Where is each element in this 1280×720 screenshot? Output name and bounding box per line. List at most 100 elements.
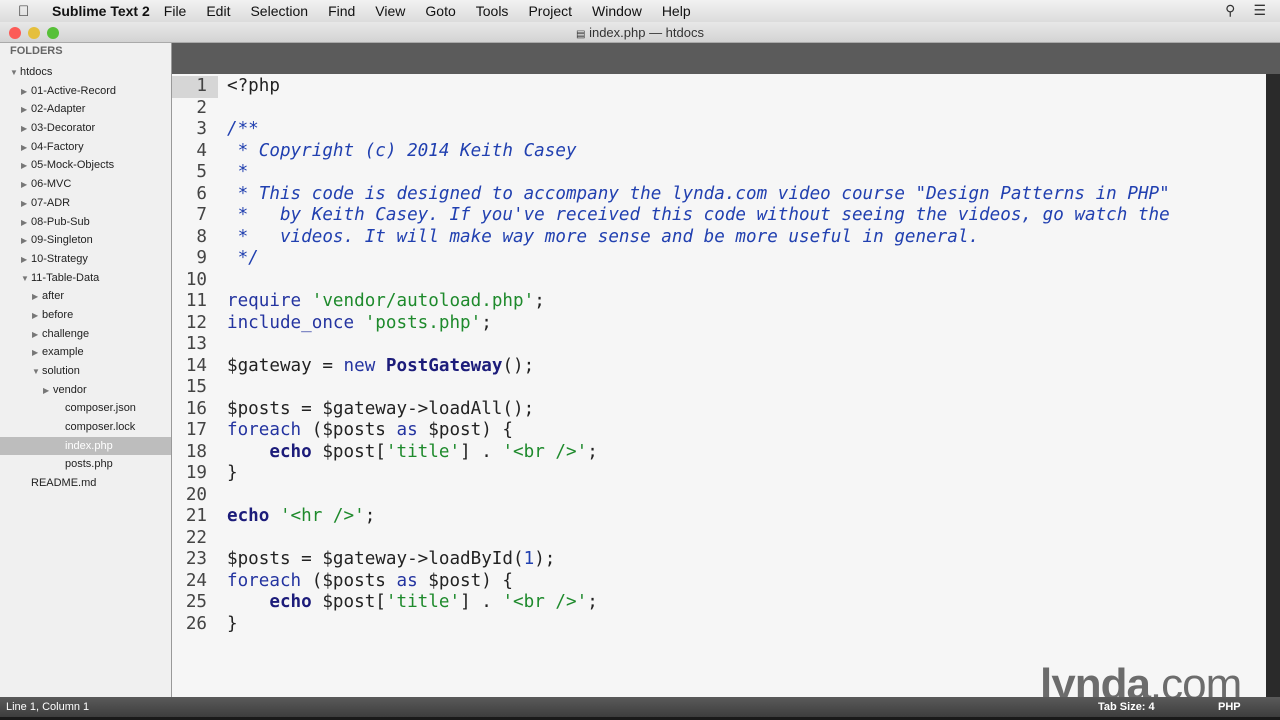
search-icon[interactable]: ⚲ — [1225, 2, 1235, 19]
code-token: '<br />' — [502, 592, 588, 612]
sidebar-item-label: 06-MVC — [31, 178, 72, 191]
line-number: 26 — [185, 613, 207, 634]
sidebar-folder[interactable]: ▶ challenge — [0, 325, 171, 344]
window-title: ▤ index.php — htdocs — [0, 22, 1280, 43]
sidebar-folder[interactable]: ▶ 07-ADR — [0, 194, 171, 213]
disclosure-closed-icon: ▶ — [21, 254, 28, 264]
menu-view[interactable]: View — [375, 3, 405, 19]
sidebar-item-label: 07-ADR — [31, 196, 71, 209]
sidebar-item-label: 10-Strategy — [31, 252, 88, 265]
sidebar-item-label: vendor — [53, 383, 87, 396]
disclosure-closed-icon: ▶ — [32, 310, 39, 320]
line-number: 11 — [185, 291, 207, 311]
disclosure-closed-icon: ▶ — [21, 198, 28, 208]
sidebar-folder[interactable]: ▶ 05-Mock-Objects — [0, 156, 171, 175]
line-number: 3 — [196, 119, 207, 139]
code-text: * Copyright (c) 2014 Keith Casey — [227, 141, 577, 163]
code-text: include_once 'posts.php'; — [227, 313, 492, 335]
sidebar-folder[interactable]: ▼ 11-Table-Data — [0, 269, 171, 288]
code-text: } — [227, 463, 238, 485]
menu-find[interactable]: Find — [328, 3, 355, 19]
code-token: ; — [534, 291, 545, 311]
sidebar-file[interactable]: composer.lock — [0, 418, 171, 437]
code-editor[interactable]: 1 <?php 2 3/** 4 * Copyright (c) 2014 Keith … — [172, 74, 1266, 697]
code-token: new — [343, 355, 376, 376]
minimize-button[interactable] — [28, 27, 40, 39]
sidebar-folder[interactable]: ▶ 03-Decorator — [0, 119, 171, 138]
disclosure-closed-icon: ▶ — [21, 124, 28, 134]
code-token: ); — [534, 549, 556, 569]
menu-edit[interactable]: Edit — [206, 3, 230, 19]
code-token: foreach — [227, 570, 302, 591]
syntax-selector[interactable]: PHP — [1218, 697, 1241, 717]
menu-selection[interactable]: Selection — [250, 3, 308, 19]
menu-help[interactable]: Help — [662, 3, 691, 19]
sidebar-folder[interactable]: ▶ 09-Singleton — [0, 231, 171, 250]
sidebar-file[interactable]: composer.json — [0, 399, 171, 418]
code-line: 8 * videos. It will make way more sense … — [172, 227, 1266, 249]
code-text: * — [227, 162, 249, 184]
line-number: 23 — [185, 549, 207, 569]
sidebar-item-label: 03-Decorator — [31, 122, 96, 135]
sidebar-item-label: 01-Active-Record — [31, 84, 116, 97]
code-line: 19} — [172, 463, 1266, 485]
line-number: 5 — [196, 162, 207, 182]
menu-goto[interactable]: Goto — [425, 3, 455, 19]
menu-project[interactable]: Project — [528, 3, 572, 19]
sidebar-folder[interactable]: ▼ htdocs — [0, 63, 171, 82]
code-token: $posts = $gateway->loadById( — [227, 549, 524, 569]
code-line: 5 * — [172, 162, 1266, 184]
close-button[interactable] — [9, 27, 21, 39]
zoom-button[interactable] — [47, 27, 59, 39]
sidebar-folder[interactable]: ▶ example — [0, 343, 171, 362]
code-token: 'posts.php' — [364, 312, 482, 333]
line-number: 25 — [185, 592, 207, 612]
sidebar-folder[interactable]: ▶ before — [0, 306, 171, 325]
code-token: 'title' — [385, 441, 461, 462]
code-line: 1 <?php — [172, 76, 1266, 98]
notification-list-icon[interactable]: ☰ — [1253, 2, 1266, 19]
code-text: * This code is designed to accompany the… — [227, 184, 1170, 206]
sidebar-file[interactable]: README.md — [0, 474, 171, 493]
sidebar-folder[interactable]: ▶ 01-Active-Record — [0, 82, 171, 101]
menu-window[interactable]: Window — [592, 3, 642, 19]
menu-tools[interactable]: Tools — [476, 3, 509, 19]
code-line: 15 — [172, 377, 1266, 399]
sidebar-file[interactable]: posts.php — [0, 455, 171, 474]
code-token: * Copyright (c) 2014 Keith Casey — [227, 140, 577, 161]
line-number: 16 — [185, 398, 207, 419]
sidebar-folder[interactable]: ▶ 08-Pub-Sub — [0, 213, 171, 232]
sidebar-folder[interactable]: ▶ after — [0, 287, 171, 306]
tab-size[interactable]: Tab Size: 4 — [1098, 697, 1155, 717]
status-bar: Line 1, Column 1 Tab Size: 4 PHP — [0, 697, 1280, 717]
sidebar-folder[interactable]: ▼ solution — [0, 362, 171, 381]
sidebar-file[interactable]: index.php — [0, 436, 171, 456]
scrollbar[interactable] — [1266, 74, 1280, 697]
code-token: include_once — [227, 312, 355, 333]
line-number: 13 — [185, 334, 207, 354]
code-token: <?php — [227, 76, 280, 96]
sidebar-folder[interactable]: ▶ 04-Factory — [0, 138, 171, 157]
code-token: 'vendor/autoload.php' — [311, 291, 535, 311]
sidebar-folder[interactable]: ▶ 10-Strategy — [0, 250, 171, 269]
code-token: */ — [227, 248, 259, 268]
menu-file[interactable]: File — [164, 3, 187, 19]
disclosure-open-icon: ▼ — [10, 68, 18, 77]
code-token: as — [396, 570, 418, 591]
line-number: 15 — [185, 377, 207, 397]
app-menu[interactable]: Sublime Text 2 — [52, 3, 150, 19]
code-token: as — [396, 420, 418, 440]
code-line: 13 — [172, 334, 1266, 356]
sidebar-folder[interactable]: ▶ vendor — [0, 381, 171, 400]
sidebar-folder[interactable]: ▶ 06-MVC — [0, 175, 171, 194]
apple-icon[interactable]:  — [18, 3, 40, 20]
code-token: '<br />' — [502, 441, 588, 462]
code-line: 10 — [172, 270, 1266, 292]
sidebar-item-label: README.md — [31, 477, 97, 490]
code-token: ] . — [460, 441, 503, 462]
code-token: echo — [227, 506, 270, 526]
code-text: $gateway = new PostGateway(); — [227, 356, 534, 378]
sidebar-folder[interactable]: ▶ 02-Adapter — [0, 100, 171, 119]
